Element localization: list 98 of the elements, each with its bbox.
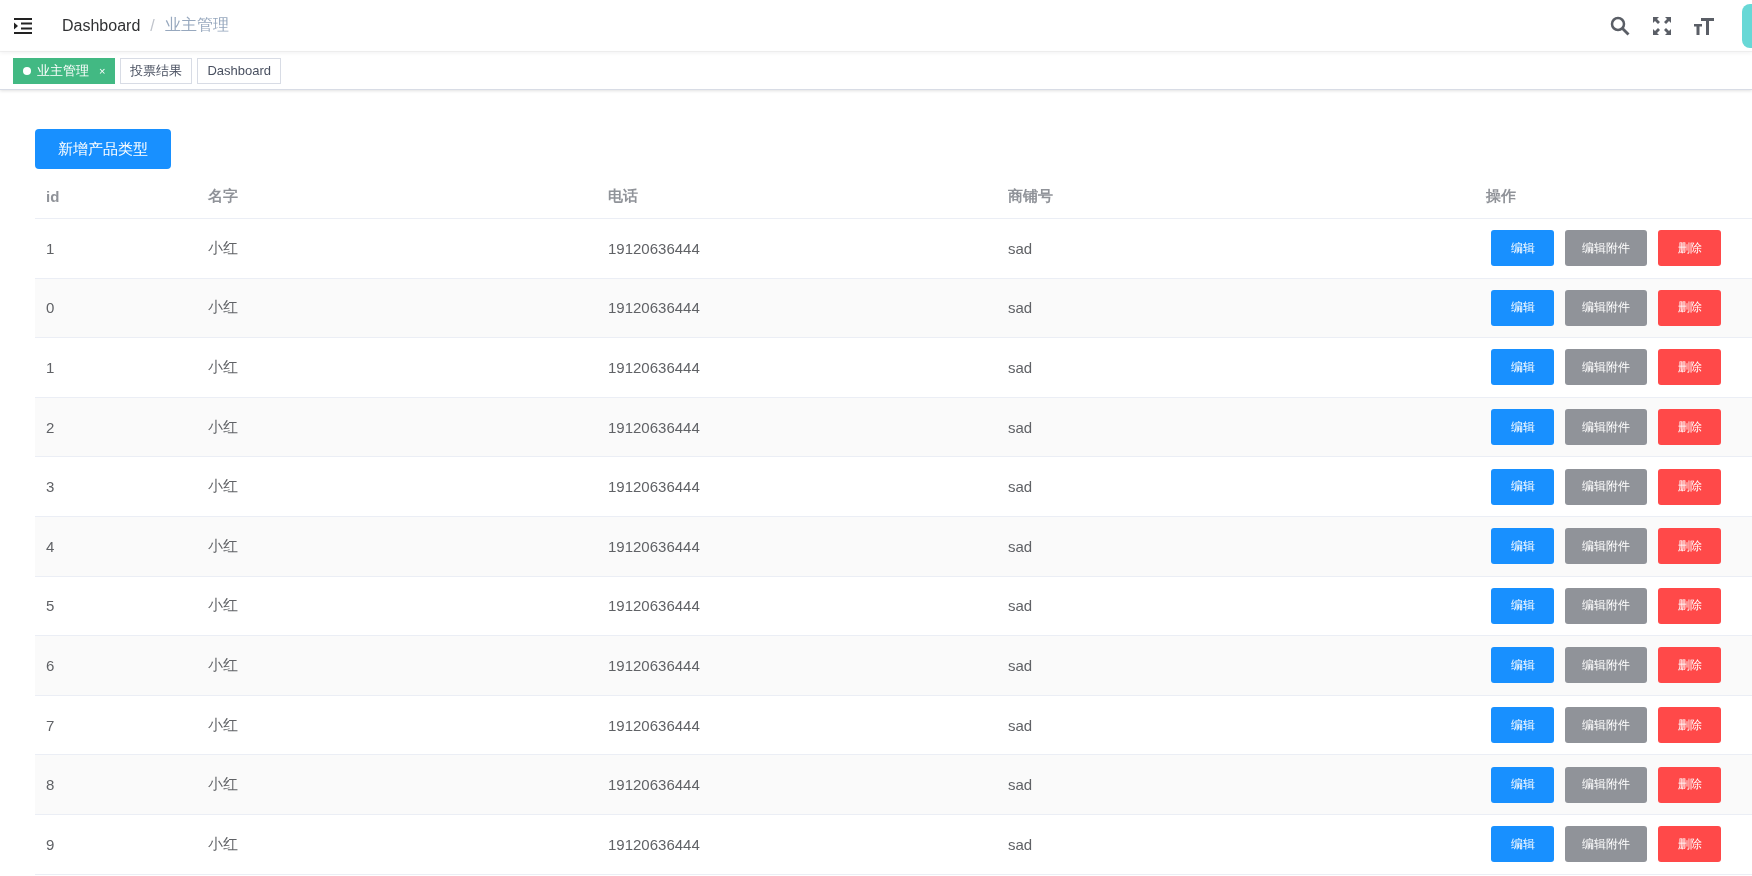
table-cell-text: sad [1007,299,1034,317]
fullscreen-icon[interactable] [1652,15,1672,36]
delete-button[interactable]: 删除 [1658,826,1721,863]
delete-button[interactable]: 删除 [1658,349,1721,386]
breadcrumb-separator: / [150,16,155,35]
edit-button[interactable]: 编辑 [1491,826,1554,863]
table-cell-text: 小红 [207,715,239,735]
edit-button[interactable]: 编辑 [1491,468,1554,505]
tab-label: Dashboard [207,63,272,78]
table-cell-text: 19120636444 [607,776,701,794]
tab-label: 业主管理 [37,61,89,80]
table-cell-text: 小红 [207,834,239,854]
table-cell-text: 小红 [207,477,239,497]
table-cell-text: 小红 [207,536,239,556]
add-button[interactable]: 新增产品类型 [35,129,171,169]
attachment-button[interactable]: 编辑附件 [1565,707,1647,744]
text-size-icon[interactable] [1694,15,1714,36]
search-icon[interactable] [1610,15,1630,36]
table-cell-text: 9 [45,835,56,853]
edit-button[interactable]: 编辑 [1491,587,1554,624]
table-cell-text: 6 [45,656,56,674]
table-cell-text: 19120636444 [607,597,701,615]
delete-button[interactable]: 删除 [1658,409,1721,446]
breadcrumb-item[interactable]: Dashboard [62,16,141,35]
table-cell-text: sad [1007,239,1034,257]
edit-button[interactable]: 编辑 [1491,647,1554,684]
attachment-button[interactable]: 编辑附件 [1565,230,1647,267]
column-header: 名字 [207,186,239,206]
table-cell-text: 19120636444 [607,835,701,853]
table-cell-text: 19120636444 [607,656,701,674]
breadcrumb-item: 业主管理 [164,15,229,35]
attachment-button[interactable]: 编辑附件 [1565,468,1647,505]
table-cell-text: 小红 [207,238,239,258]
table-cell-text: 1 [45,239,56,257]
column-header: id [45,187,61,205]
table-cell-text: 小红 [207,596,239,616]
edit-button[interactable]: 编辑 [1491,528,1554,565]
table-cell-text: 0 [45,299,56,317]
tab-label: 投票结果 [130,61,183,80]
attachment-button[interactable]: 编辑附件 [1565,826,1647,863]
attachment-button[interactable]: 编辑附件 [1565,528,1647,565]
tab[interactable]: 投票结果 [120,57,193,84]
active-dot-icon [23,66,31,75]
table-cell-text: 小红 [207,298,239,318]
table-cell-text: 2 [45,418,56,436]
tab[interactable]: 业主管理 × [13,57,116,84]
table-cell-text: 4 [45,537,56,555]
table-cell-text: sad [1007,418,1034,436]
delete-button[interactable]: 删除 [1658,468,1721,505]
table-cell-text: sad [1007,597,1034,615]
column-header: 商铺号 [1007,186,1054,206]
table-cell-text: 19120636444 [607,299,701,317]
table-cell-text: 19120636444 [607,478,701,496]
table-cell-text: 1 [45,359,56,376]
table-cell-text: sad [1007,776,1034,794]
attachment-button[interactable]: 编辑附件 [1565,766,1647,803]
attachment-button[interactable]: 编辑附件 [1565,349,1647,386]
edit-button[interactable]: 编辑 [1491,409,1554,446]
table-cell-text: 19120636444 [607,418,701,436]
table-cell-text: sad [1007,835,1034,853]
table-cell-text: 5 [45,597,56,615]
delete-button[interactable]: 删除 [1658,528,1721,565]
table-cell-text: 小红 [207,417,239,437]
edit-button[interactable]: 编辑 [1491,707,1554,744]
tab[interactable]: Dashboard [197,57,282,84]
table-cell-text: 8 [45,776,56,794]
table-cell-text: sad [1007,359,1034,376]
delete-button[interactable]: 删除 [1658,766,1721,803]
table-cell-text: sad [1007,537,1034,555]
delete-button[interactable]: 删除 [1658,289,1721,326]
table-cell-text: 小红 [207,775,239,795]
delete-button[interactable]: 删除 [1658,230,1721,267]
table-cell-text: 小红 [207,358,239,377]
attachment-button[interactable]: 编辑附件 [1565,647,1647,684]
table-cell-text: sad [1007,656,1034,674]
table-cell-text: sad [1007,716,1034,734]
table-cell-text: 7 [45,716,56,734]
delete-button[interactable]: 删除 [1658,587,1721,624]
delete-button[interactable]: 删除 [1658,707,1721,744]
edit-button[interactable]: 编辑 [1491,349,1554,386]
attachment-button[interactable]: 编辑附件 [1565,587,1647,624]
delete-button[interactable]: 删除 [1658,647,1721,684]
column-header: 操作 [1485,186,1517,206]
table-cell-text: 19120636444 [607,537,701,555]
edit-button[interactable]: 编辑 [1491,766,1554,803]
edit-button[interactable]: 编辑 [1491,230,1554,267]
table-cell-text: 19120636444 [607,239,701,257]
table-cell-text: 3 [45,478,56,496]
close-icon[interactable]: × [99,64,106,77]
menu-icon[interactable] [14,17,32,34]
table-cell-text: 19120636444 [607,716,701,734]
table-cell-text: 19120636444 [607,359,701,376]
table-cell-text: 小红 [207,655,239,675]
edit-button[interactable]: 编辑 [1491,289,1554,326]
attachment-button[interactable]: 编辑附件 [1565,409,1647,446]
column-header: 电话 [607,186,639,206]
table-cell-text: sad [1007,478,1034,496]
attachment-button[interactable]: 编辑附件 [1565,289,1647,326]
